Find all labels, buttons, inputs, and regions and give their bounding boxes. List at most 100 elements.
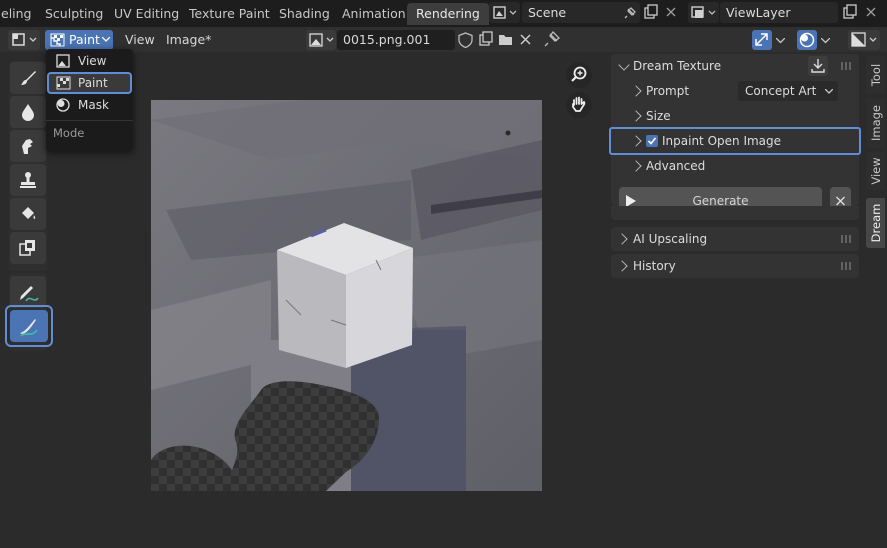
image-view-icon [56,54,70,68]
paint-mode-icon [50,33,65,47]
viewlayer-icon [691,6,716,18]
sidetab-image[interactable]: Image [866,98,885,148]
mode-menu-mask[interactable]: Mask [48,95,131,115]
advanced-label: Advanced [646,159,706,173]
prompt-label: Prompt [646,84,690,98]
chevron-down-icon [825,89,833,94]
fill-tool[interactable] [10,198,46,230]
image-name-field[interactable]: 0015.png.001 [337,30,455,50]
remove-viewlayer-icon[interactable] [864,5,878,19]
viewlayer-browse-button[interactable] [688,2,719,23]
chevron-down-icon[interactable] [821,38,830,44]
sidetab-tool-label: Tool [868,63,883,87]
dream-texture-header[interactable]: Dream Texture [611,54,859,78]
zoom-in-icon [571,66,587,82]
mode-menu: View Paint Mask Mode [46,49,133,151]
prompt-row[interactable]: Prompt Concept Art [611,79,859,103]
tab-modeling[interactable]: eling [0,3,41,25]
tab-animation[interactable]: Animation [333,3,415,25]
channels-icon [851,32,877,47]
tab-rendering[interactable]: Rendering [407,3,489,25]
download-icon [811,59,825,73]
chevron-down-icon[interactable] [776,38,785,44]
drop-icon [22,104,34,121]
image-canvas[interactable] [151,100,542,491]
history-panel[interactable]: History [611,254,859,278]
hand-icon [572,96,586,112]
menu-view[interactable]: View [120,30,160,50]
dream-inpaint-tool[interactable] [10,310,48,342]
mode-menu-paint[interactable]: Paint [47,72,132,94]
drag-handle-icon[interactable] [841,62,853,70]
menu-image[interactable]: Image* [161,30,216,50]
sidetab-tool[interactable]: Tool [866,56,885,94]
zoom-button[interactable] [566,62,592,88]
tab-sculpting[interactable]: Sculpting [36,3,112,25]
duplicate-viewlayer-icon[interactable] [842,4,858,20]
dream-panel-footer [611,206,859,220]
workspace-bar: eling Sculpting UV Editing Texture Paint… [0,0,887,27]
duplicate-scene-icon[interactable] [643,4,659,20]
chevron-down-icon [618,59,630,71]
drag-handle-icon[interactable] [841,262,853,270]
unlink-image-icon[interactable] [519,33,532,46]
tab-uv-editing[interactable]: UV Editing [105,3,188,25]
viewlayer-name-field[interactable]: ViewLayer [720,2,838,23]
clone-tool[interactable] [10,164,46,196]
image-browse-button[interactable] [306,30,336,50]
chevron-right-icon [630,85,642,97]
mode-menu-view-label: View [78,54,107,68]
scene-browse-button[interactable] [489,2,520,23]
pin-icon[interactable] [623,6,637,20]
mode-menu-view[interactable]: View [48,51,131,71]
pin-image-icon[interactable] [544,31,560,47]
overlay-toggle-button[interactable] [797,30,817,50]
annotate-tool[interactable] [10,276,46,308]
dream-texture-title: Dream Texture [633,59,722,73]
fake-user-shield-icon[interactable] [458,32,473,48]
history-label: History [633,259,676,273]
overlay-icon [799,32,815,48]
inpaint-highlight [609,127,861,155]
dream-brush-icon [20,319,38,337]
remove-scene-icon[interactable] [664,5,678,19]
scene-icon [493,6,517,19]
ai-upscaling-panel[interactable]: AI Upscaling [611,227,859,251]
chevron-right-icon [616,233,628,245]
new-image-icon[interactable] [478,31,494,47]
mask-icon [56,98,70,112]
sync-arrows-icon [755,33,768,46]
scene-name-field[interactable]: Scene [522,2,640,23]
mode-dropdown[interactable]: Paint [45,30,113,50]
scene-name: Scene [528,5,567,20]
sidetab-view-label: View [868,157,883,185]
drag-handle-icon[interactable] [841,235,853,243]
mask-tool[interactable] [10,232,46,264]
chevron-right-icon [630,160,642,172]
prompt-preset-value: Concept Art [745,84,817,98]
soften-tool[interactable] [10,96,46,128]
mode-menu-footer: Mode [53,126,85,140]
sidetab-image-label: Image [868,104,883,142]
sidetab-dream-label: Dream [868,203,883,243]
smear-tool[interactable] [10,130,46,162]
sidetab-dream[interactable]: Dream [866,198,885,248]
prompt-preset-dropdown[interactable]: Concept Art [738,81,838,101]
mode-menu-paint-label: Paint [78,76,108,90]
advanced-row[interactable]: Advanced [611,154,859,178]
import-preset-button[interactable] [808,56,828,76]
pan-button[interactable] [566,92,592,118]
editor-type-button[interactable] [8,30,40,50]
draw-brush-tool[interactable] [10,62,46,94]
uv-sync-button[interactable] [752,30,772,50]
size-row[interactable]: Size [611,104,859,128]
tab-shading[interactable]: Shading [270,3,339,25]
chevron-down-icon [102,37,110,42]
display-channels-button[interactable] [848,30,880,50]
image-icon [309,33,334,47]
generated-image [151,100,542,491]
pencil-icon [20,286,39,302]
open-folder-icon[interactable] [498,32,514,46]
sidetab-view[interactable]: View [866,152,885,190]
tab-texture-paint[interactable]: Texture Paint [180,3,279,25]
